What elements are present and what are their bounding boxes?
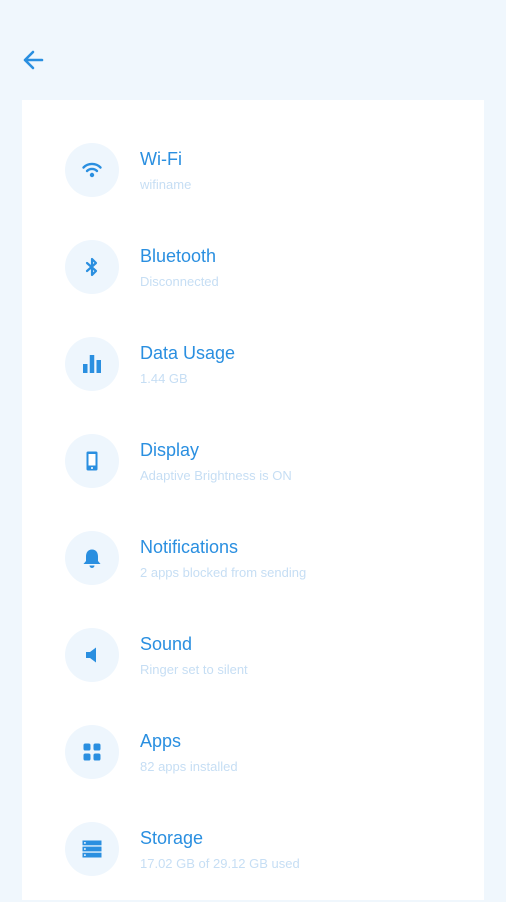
- settings-item-title: Display: [140, 440, 200, 460]
- storage-icon-circle: [65, 822, 119, 876]
- settings-item-sound[interactable]: Sound Ringer set to silent: [22, 628, 484, 708]
- wifi-icon: [82, 162, 102, 178]
- settings-item-title: Bluetooth: [140, 246, 217, 266]
- bluetooth-icon: [85, 257, 98, 277]
- grid-icon: [83, 743, 101, 761]
- settings-item-apps[interactable]: Apps 82 apps installed: [22, 725, 484, 805]
- settings-item-subtitle: 17.02 GB of 29.12 GB used: [140, 856, 300, 871]
- settings-item-notifications[interactable]: Notifications 2 apps blocked from sendin…: [22, 531, 484, 611]
- apps-icon-circle: [65, 725, 119, 779]
- sound-icon-circle: [65, 628, 119, 682]
- storage-icon: [82, 840, 102, 858]
- settings-item-title: Sound: [140, 634, 193, 654]
- settings-item-title: Apps: [140, 731, 182, 751]
- settings-item-subtitle: Adaptive Brightness is ON: [140, 468, 292, 483]
- settings-item-wifi[interactable]: Wi-Fi wifiname: [22, 143, 484, 223]
- settings-item-title: Storage: [140, 828, 204, 848]
- phone-icon: [86, 451, 98, 471]
- bar-chart-icon: [83, 355, 101, 373]
- speaker-icon: [86, 647, 96, 663]
- arrow-left-icon: [23, 50, 44, 70]
- back-button[interactable]: [18, 45, 48, 75]
- settings-item-data-usage[interactable]: Data Usage 1.44 GB: [22, 337, 484, 417]
- settings-item-subtitle: 1.44 GB: [140, 371, 188, 386]
- bell-icon: [83, 549, 101, 568]
- data-usage-icon-circle: [65, 337, 119, 391]
- settings-item-subtitle: Ringer set to silent: [140, 662, 248, 677]
- settings-item-storage[interactable]: Storage 17.02 GB of 29.12 GB used: [22, 822, 484, 902]
- settings-item-title: Wi-Fi: [140, 149, 182, 169]
- bluetooth-icon-circle: [65, 240, 119, 294]
- settings-item-subtitle: 82 apps installed: [140, 759, 238, 774]
- display-icon-circle: [65, 434, 119, 488]
- settings-item-title: Notifications: [140, 537, 239, 557]
- wifi-icon-circle: [65, 143, 119, 197]
- settings-item-subtitle: 2 apps blocked from sending: [140, 565, 307, 580]
- settings-item-display[interactable]: Display Adaptive Brightness is ON: [22, 434, 484, 514]
- settings-item-title: Data Usage: [140, 343, 236, 363]
- settings-item-subtitle: Disconnected: [140, 274, 219, 289]
- settings-card: Wi-Fi wifiname Bluetooth Disconnected Da…: [22, 100, 484, 900]
- settings-item-bluetooth[interactable]: Bluetooth Disconnected: [22, 240, 484, 320]
- settings-item-subtitle: wifiname: [140, 177, 192, 192]
- notifications-icon-circle: [65, 531, 119, 585]
